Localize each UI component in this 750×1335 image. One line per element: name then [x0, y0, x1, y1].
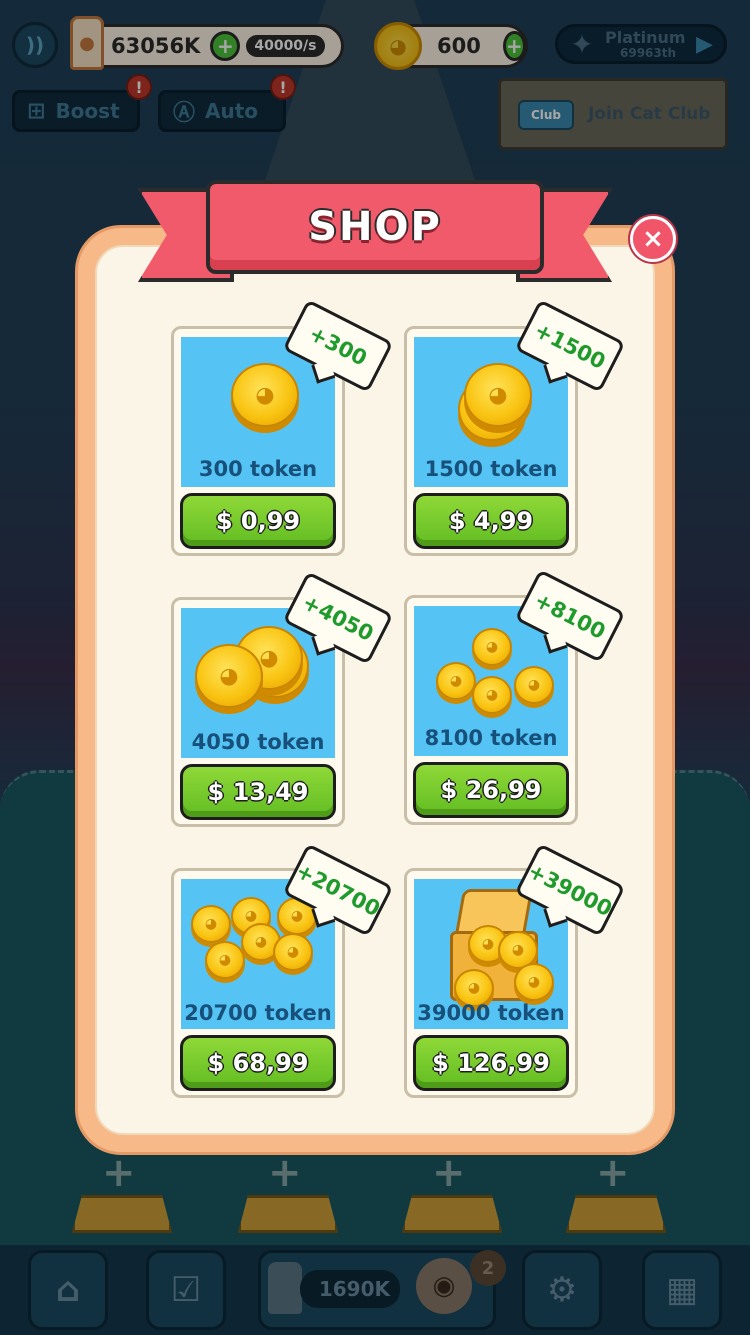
close-button[interactable]: × — [630, 216, 676, 262]
cat-coin-icon: ◕ — [273, 933, 313, 971]
product-label: 300 token — [198, 457, 318, 481]
buy-button[interactable]: $ 13,49 — [180, 764, 336, 820]
close-icon: × — [642, 224, 664, 254]
buy-button[interactable]: $ 26,99 — [413, 762, 569, 818]
buy-button[interactable]: $ 0,99 — [180, 493, 336, 549]
shop-title: SHOP — [308, 204, 442, 250]
cat-coin-icon: ◕ — [464, 363, 532, 427]
product-label: 8100 token — [424, 726, 558, 750]
cat-coin-icon: ◕ — [195, 644, 263, 708]
cat-coin-icon: ◕ — [472, 628, 512, 666]
cat-coin-icon: ◕ — [436, 662, 476, 700]
cat-coin-icon: ◕ — [514, 666, 554, 704]
cat-coin-icon: ◕ — [472, 676, 512, 714]
buy-button[interactable]: $ 4,99 — [413, 493, 569, 549]
cat-coin-icon: ◕ — [191, 905, 231, 943]
buy-button[interactable]: $ 68,99 — [180, 1035, 336, 1091]
product-label: 4050 token — [191, 730, 325, 754]
product-label: 1500 token — [424, 457, 558, 481]
cat-coin-icon: ◕ — [231, 363, 299, 427]
product-label: 20700 token — [184, 1001, 332, 1025]
buy-button[interactable]: $ 126,99 — [413, 1035, 569, 1091]
shop-title-ribbon: SHOP — [206, 180, 544, 274]
cat-coin-icon: ◕ — [514, 963, 554, 1001]
product-label: 39000 token — [417, 1001, 565, 1025]
cat-coin-icon: ◕ — [205, 941, 245, 979]
